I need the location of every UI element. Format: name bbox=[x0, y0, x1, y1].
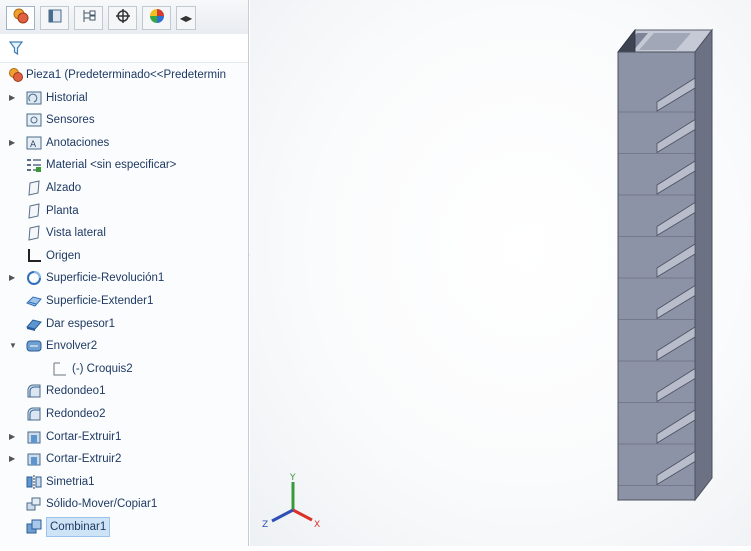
tree-item-envolver2[interactable]: ▼ Envolver2 bbox=[0, 335, 248, 357]
tree-item-label: Cortar-Extruir2 bbox=[46, 453, 122, 465]
tree-item-combinar1[interactable]: Combinar1 bbox=[0, 516, 248, 538]
expand-arrow-icon[interactable]: ▶ bbox=[9, 93, 17, 103]
tree-item-croquis2[interactable]: (-) Croquis2 bbox=[0, 358, 248, 380]
tree-item-redondeo1[interactable]: Redondeo1 bbox=[0, 380, 248, 402]
display-manager-icon bbox=[148, 7, 166, 30]
tab-feature-manager[interactable] bbox=[6, 6, 35, 30]
fillet-icon bbox=[26, 383, 42, 399]
fillet-icon bbox=[26, 406, 42, 422]
tree-item-solido-mover-copiar1[interactable]: Sólido-Mover/Copiar1 bbox=[0, 493, 248, 515]
tree-item-redondeo2[interactable]: Redondeo2 bbox=[0, 403, 248, 425]
tree-item-label: Vista lateral bbox=[46, 227, 106, 239]
tree-item-label: Origen bbox=[46, 250, 81, 262]
tree-item-origen[interactable]: Origen bbox=[0, 245, 248, 267]
tree-item-label: Alzado bbox=[46, 182, 82, 194]
expand-arrow-icon[interactable]: ▶ bbox=[9, 454, 17, 464]
tree-item-label: Dar espesor1 bbox=[46, 318, 116, 330]
thicken-icon bbox=[26, 316, 42, 332]
view-triad[interactable]: Y X Z bbox=[262, 473, 320, 530]
graphics-area[interactable]: Y X Z bbox=[250, 0, 751, 546]
sensors-folder-icon bbox=[26, 112, 42, 128]
property-manager-icon bbox=[47, 8, 63, 29]
surface-revolve-icon bbox=[26, 270, 42, 286]
tree-item-planta[interactable]: Planta bbox=[0, 200, 248, 222]
triad-x-axis bbox=[292, 508, 313, 522]
material-icon bbox=[26, 157, 42, 173]
tree-item-superficie-extender1[interactable]: Superficie-Extender1 bbox=[0, 290, 248, 312]
triad-z-axis bbox=[271, 508, 294, 523]
cut-extrude-icon bbox=[26, 451, 42, 467]
tab-scroll-button[interactable]: ◀▶ bbox=[176, 6, 196, 30]
tree-item-label: Sensores bbox=[46, 114, 95, 126]
tab-dimxpert-manager[interactable] bbox=[108, 6, 137, 30]
part-model[interactable] bbox=[616, 28, 714, 502]
tree-item-label: Superficie-Extender1 bbox=[46, 295, 154, 307]
part-icon bbox=[8, 67, 24, 83]
tree-item-label: Simetria1 bbox=[46, 476, 95, 488]
tree-item-sensores[interactable]: Sensores bbox=[0, 109, 248, 131]
configuration-manager-icon bbox=[81, 8, 97, 29]
tree-root-part[interactable]: Pieza1 (Predeterminado<<Predetermin bbox=[0, 64, 248, 86]
collapse-arrow-icon[interactable]: ▼ bbox=[9, 341, 17, 351]
tree-item-superficie-revolucion1[interactable]: ▶ Superficie-Revolución1 bbox=[0, 267, 248, 289]
manager-tabs: ◀▶ bbox=[0, 0, 248, 35]
tree-item-vista-lateral[interactable]: Vista lateral bbox=[0, 222, 248, 244]
expand-arrow-icon[interactable]: ▶ bbox=[9, 273, 17, 283]
mirror-icon bbox=[26, 474, 42, 490]
tab-configuration-manager[interactable] bbox=[74, 6, 103, 30]
surface-extend-icon bbox=[26, 293, 42, 309]
tree-item-label: (-) Croquis2 bbox=[72, 363, 133, 375]
filter-row bbox=[0, 34, 248, 63]
tree-item-label: Material <sin especificar> bbox=[46, 159, 177, 171]
feature-manager-panel: ◀▶ Pieza1 (Predeterminado<<Predetermin ▶ H… bbox=[0, 0, 253, 546]
tree-item-label: Anotaciones bbox=[46, 137, 110, 149]
tree-item-label: Pieza1 (Predeterminado<<Predetermin bbox=[26, 69, 227, 81]
tree-item-label: Redondeo2 bbox=[46, 408, 106, 420]
sketch-icon bbox=[52, 361, 68, 377]
tree-item-label: Combinar1 bbox=[46, 517, 111, 537]
origin-icon bbox=[26, 248, 42, 264]
tab-scroll-arrows-icon: ◀▶ bbox=[179, 13, 193, 23]
expand-arrow-icon[interactable]: ▶ bbox=[9, 432, 17, 442]
tab-property-manager[interactable] bbox=[40, 6, 69, 30]
expand-arrow-icon[interactable]: ▶ bbox=[9, 138, 17, 148]
annotations-folder-icon: A bbox=[26, 135, 42, 151]
tree-item-label: Historial bbox=[46, 92, 88, 104]
tree-item-label: Redondeo1 bbox=[46, 385, 106, 397]
tree-item-label: Sólido-Mover/Copiar1 bbox=[46, 498, 158, 510]
tree-item-material-sin-especificar[interactable]: Material <sin especificar> bbox=[0, 154, 248, 176]
tree-item-label: Envolver2 bbox=[46, 340, 98, 352]
feature-manager-icon bbox=[12, 7, 30, 30]
tab-display-manager[interactable] bbox=[142, 6, 171, 30]
plane-icon bbox=[26, 225, 42, 241]
combine-icon bbox=[26, 519, 42, 535]
triad-z-label: Z bbox=[262, 520, 268, 530]
tree-item-cortar-extruir1[interactable]: ▶ Cortar-Extruir1 bbox=[0, 426, 248, 448]
move-copy-body-icon bbox=[26, 496, 42, 512]
filter-icon[interactable] bbox=[8, 40, 24, 61]
tree-item-anotaciones[interactable]: ▶ A Anotaciones bbox=[0, 132, 248, 154]
tree-item-cortar-extruir2[interactable]: ▶ Cortar-Extruir2 bbox=[0, 448, 248, 470]
triad-x-label: X bbox=[314, 520, 320, 530]
triad-y-label: Y bbox=[289, 473, 296, 483]
plane-icon bbox=[26, 180, 42, 196]
tree-item-simetria1[interactable]: Simetria1 bbox=[0, 471, 248, 493]
wrap-icon bbox=[26, 338, 42, 354]
svg-text:A: A bbox=[30, 140, 37, 150]
history-folder-icon bbox=[26, 90, 42, 106]
model-view: Y X Z bbox=[262, 28, 714, 530]
cut-extrude-icon bbox=[26, 429, 42, 445]
tree-item-label: Cortar-Extruir1 bbox=[46, 431, 122, 443]
dimxpert-manager-icon bbox=[115, 8, 131, 29]
tree-item-dar-espesor1[interactable]: Dar espesor1 bbox=[0, 313, 248, 335]
tree-item-historial[interactable]: ▶ Historial bbox=[0, 87, 248, 109]
tree-item-label: Superficie-Revolución1 bbox=[46, 272, 165, 284]
plane-icon bbox=[26, 203, 42, 219]
tree-item-alzado[interactable]: Alzado bbox=[0, 177, 248, 199]
tree-item-label: Planta bbox=[46, 205, 79, 217]
